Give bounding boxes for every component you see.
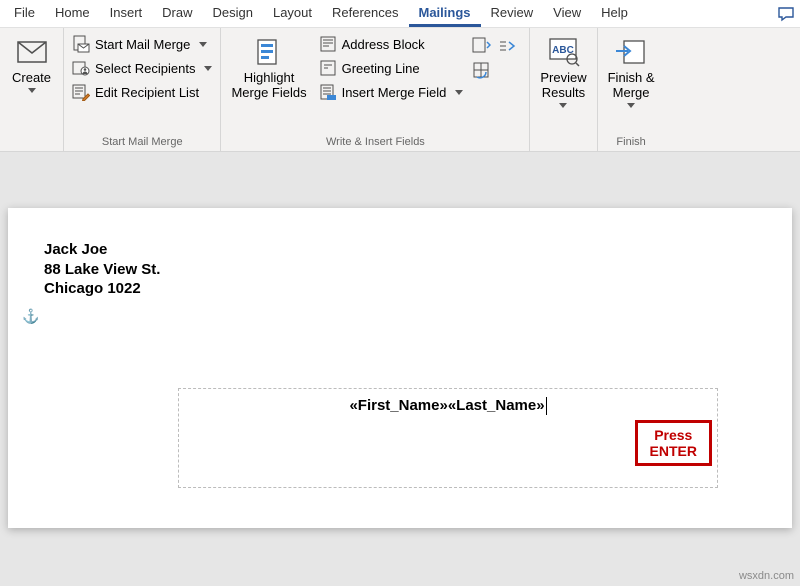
finish-merge-button[interactable]: Finish & Merge	[604, 32, 659, 111]
highlight-merge-fields-button[interactable]: Highlight Merge Fields	[227, 32, 310, 104]
group-label-preview	[536, 147, 590, 149]
watermark: wsxdn.com	[739, 570, 794, 582]
preview-label: Preview Results	[540, 71, 586, 101]
press-enter-callout: Press ENTER	[635, 420, 712, 466]
rules-icon[interactable]	[471, 36, 491, 56]
envelope-page[interactable]: Jack Joe 88 Lake View St. Chicago 1022 ⚓…	[8, 208, 792, 528]
preview-abc-icon: ABC	[546, 35, 580, 69]
chevron-down-icon	[559, 103, 567, 108]
tab-help[interactable]: Help	[591, 1, 638, 27]
tab-draw[interactable]: Draw	[152, 1, 202, 27]
highlight-fields-icon	[252, 35, 286, 69]
document-workspace: Jack Joe 88 Lake View St. Chicago 1022 ⚓…	[0, 152, 800, 586]
return-line-1: Jack Joe	[44, 240, 756, 260]
greeting-icon	[319, 59, 337, 77]
tab-mailings[interactable]: Mailings	[409, 1, 481, 27]
group-write-insert: Highlight Merge Fields Address Block Gre…	[221, 28, 530, 151]
recipients-icon	[72, 59, 90, 77]
tab-review[interactable]: Review	[481, 1, 544, 27]
highlight-label: Highlight Merge Fields	[231, 71, 306, 101]
start-mm-label: Start Mail Merge	[95, 37, 190, 52]
menu-tabs: File Home Insert Draw Design Layout Refe…	[0, 0, 800, 28]
update-labels-icon[interactable]	[471, 60, 491, 80]
insert-field-icon	[319, 83, 337, 101]
finish-merge-icon	[614, 35, 648, 69]
group-label-start: Start Mail Merge	[70, 135, 214, 149]
merge-field-last-name[interactable]: «Last_Name»	[448, 397, 545, 414]
address-block-button[interactable]: Address Block	[317, 34, 466, 54]
anchor-icon: ⚓	[22, 308, 39, 325]
match-fields-icon[interactable]	[497, 36, 517, 56]
select-recipients-button[interactable]: Select Recipients	[70, 58, 214, 78]
finish-label: Finish & Merge	[608, 71, 655, 101]
envelope-icon	[15, 35, 49, 69]
greeting-label: Greeting Line	[342, 61, 420, 76]
group-preview: ABC Preview Results	[530, 28, 597, 151]
tab-design[interactable]: Design	[203, 1, 263, 27]
group-label-create	[8, 147, 57, 149]
start-mail-merge-button[interactable]: Start Mail Merge	[70, 34, 214, 54]
group-create: Create	[2, 28, 64, 151]
ribbon: Create Start Mail Merge Select Recipie	[0, 28, 800, 152]
preview-results-button[interactable]: ABC Preview Results	[536, 32, 590, 111]
addr-block-label: Address Block	[342, 37, 425, 52]
chevron-down-icon	[28, 88, 36, 93]
tab-file[interactable]: File	[4, 1, 45, 27]
text-cursor	[546, 397, 547, 415]
group-finish: Finish & Merge Finish	[598, 28, 665, 151]
document-mail-icon	[72, 35, 90, 53]
edit-rec-label: Edit Recipient List	[95, 85, 199, 100]
tab-view[interactable]: View	[543, 1, 591, 27]
rules-match-update	[471, 32, 523, 80]
address-block-icon	[319, 35, 337, 53]
return-line-2: 88 Lake View St.	[44, 260, 756, 280]
insert-field-label: Insert Merge Field	[342, 85, 447, 100]
tab-home[interactable]: Home	[45, 1, 100, 27]
group-start-mail-merge: Start Mail Merge Select Recipients Edit …	[64, 28, 221, 151]
insert-merge-field-button[interactable]: Insert Merge Field	[317, 82, 466, 102]
create-label: Create	[12, 71, 51, 86]
create-button[interactable]: Create	[8, 32, 55, 96]
group-label-finish: Finish	[604, 135, 659, 149]
return-line-3: Chicago 1022	[44, 279, 756, 299]
tab-references[interactable]: References	[322, 1, 408, 27]
greeting-line-button[interactable]: Greeting Line	[317, 58, 466, 78]
edit-recipient-list-button[interactable]: Edit Recipient List	[70, 82, 214, 102]
chevron-down-icon	[627, 103, 635, 108]
callout-line-1: Press	[650, 427, 697, 443]
merge-field-first-name[interactable]: «First_Name»	[349, 397, 447, 414]
group-label-write: Write & Insert Fields	[227, 135, 523, 149]
tab-layout[interactable]: Layout	[263, 1, 322, 27]
select-rec-label: Select Recipients	[95, 61, 195, 76]
comments-icon[interactable]	[776, 6, 796, 22]
return-address[interactable]: Jack Joe 88 Lake View St. Chicago 1022	[44, 240, 756, 299]
tab-insert[interactable]: Insert	[100, 1, 153, 27]
edit-list-icon	[72, 83, 90, 101]
callout-line-2: ENTER	[650, 443, 697, 459]
